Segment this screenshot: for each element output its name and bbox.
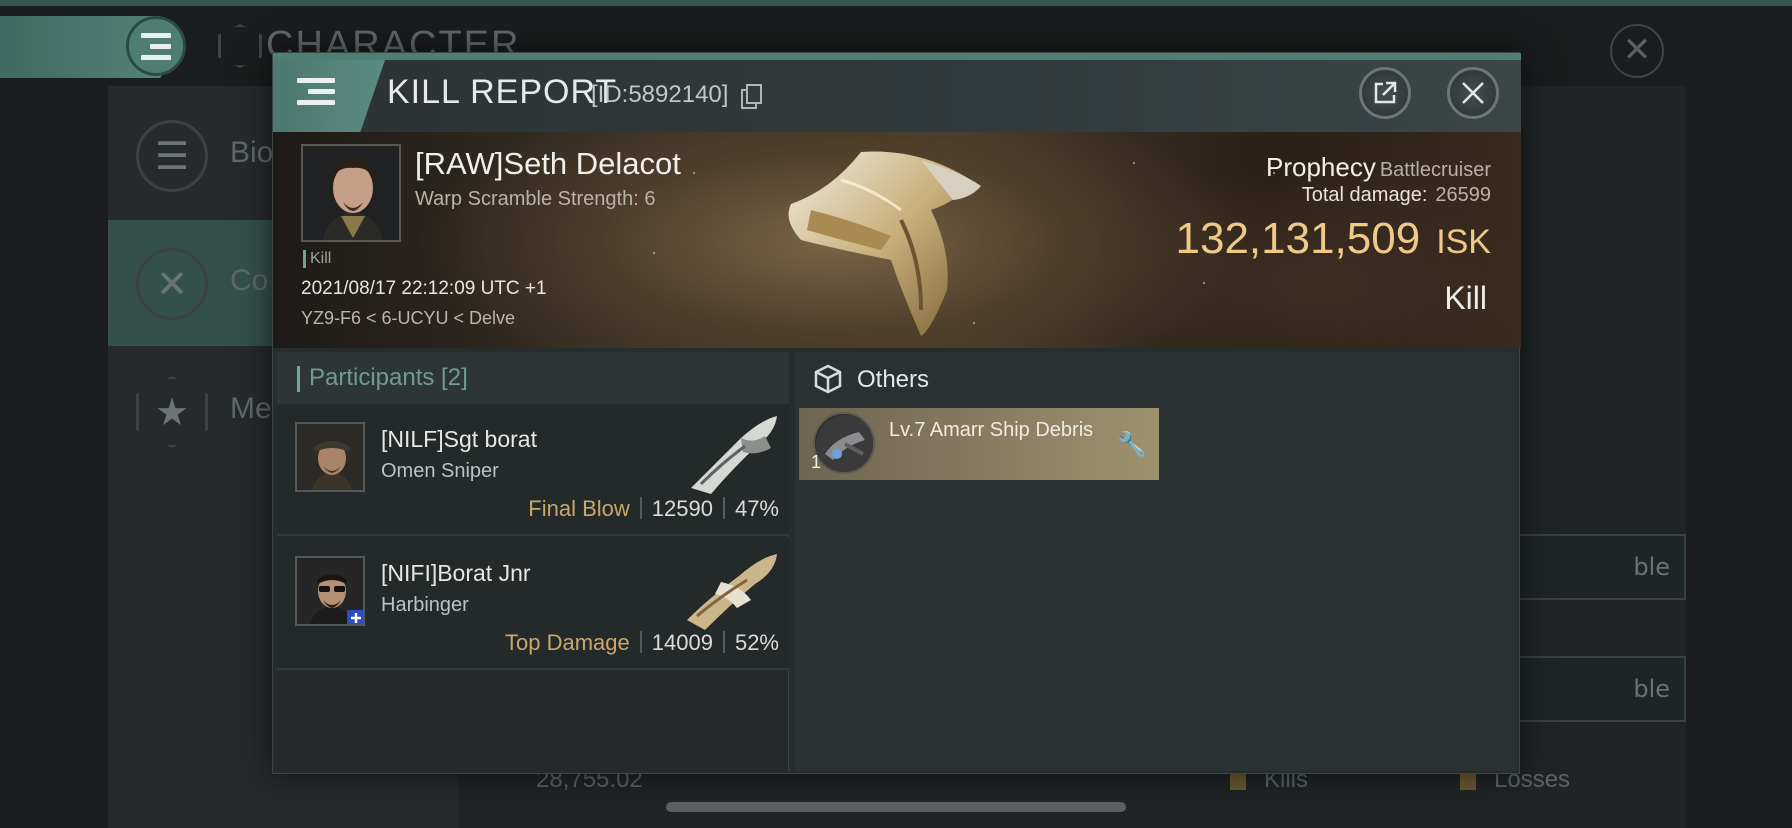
kill-tag: Kill [303,250,331,268]
victim-portrait[interactable] [301,144,401,242]
participant-avatar[interactable] [295,422,365,492]
others-header: Others [795,352,1517,404]
vitruvian-icon [218,24,262,68]
kill-result: Kill [1444,280,1487,316]
participant-ship: Harbinger [381,594,469,616]
item-name: Lv.7 Amarr Ship Debris [889,419,1094,441]
cube-icon [814,364,842,394]
participants-panel: Participants [2] [NILF]Sgt borat Omen Sn… [277,352,789,771]
participant-row[interactable]: [NILF]Sgt borat Omen Sniper Final Blow 12… [277,404,789,536]
star-icon: ★ [136,376,208,448]
share-button[interactable] [1359,67,1411,119]
item-image [813,412,875,474]
background-close-icon[interactable]: ✕ [1610,24,1664,78]
close-button[interactable] [1447,67,1499,119]
sidebar-item-label: Bio [230,136,274,169]
close-icon [1462,82,1484,104]
total-damage-value: 26599 [1435,184,1491,206]
background-top-bar [0,0,1792,6]
participant-percent: 52% [734,630,779,655]
background-button-2-label: ble [1633,675,1670,703]
victim-ship[interactable]: Prophecy Battlecruiser [1266,152,1491,183]
participant-name: [NIFI]Borat Jnr [381,560,531,586]
kill-datetime: 2021/08/17 22:12:09 UTC +1 [301,278,547,299]
victim-name: [RAW]Seth Delacot [415,146,681,181]
participant-row[interactable]: [NIFI]Borat Jnr Harbinger Top Damage 1400… [277,538,789,670]
isk-unit: ISK [1436,223,1491,261]
participant-stats: Top Damage 14009 52% [505,630,779,656]
background-button-1-label: ble [1633,553,1670,581]
loot-item[interactable]: 1 Lv.7 Amarr Ship Debris 🔧 [799,408,1159,480]
copy-icon[interactable] [741,84,762,109]
hamburger-icon [141,33,171,60]
modal-accent-line [273,53,1521,60]
participant-tag: Top Damage [505,630,630,655]
list-icon: ☰ [136,120,208,192]
kill-report-modal: KILL REPORT [ID:5892140] [RAW]Seth Delac… [272,52,1521,774]
home-indicator[interactable] [666,802,1126,812]
modal-title: KILL REPORT [387,73,618,111]
report-id: [ID:5892140] [591,81,729,108]
participant-tag: Final Blow [528,496,630,521]
hamburger-icon [297,78,335,110]
participant-name: [NILF]Sgt borat [381,426,537,452]
item-quantity: 1 [811,452,822,472]
sidebar-item-label: Me [230,392,272,425]
share-icon [1374,81,1397,104]
others-panel: Others 1 Lv.7 Amarr Ship Debris 🔧 [795,352,1517,771]
isk-value: 132,131,509 [1175,214,1421,263]
warp-scramble-strength: Warp Scramble Strength: 6 [415,188,656,210]
ship-class: Battlecruiser [1379,159,1491,181]
total-damage-label: Total damage: [1301,184,1428,206]
participant-ship-image [691,416,777,494]
others-title: Others [857,366,930,393]
background-menu-button[interactable] [126,16,186,76]
participants-header: Participants [2] [277,352,789,404]
total-damage: Total damage: 26599 [1302,184,1491,207]
participant-percent: 47% [734,496,779,521]
wrench-icon[interactable]: 🔧 [1117,430,1147,458]
victim-ship-image [788,151,981,336]
participants-title: Participants [2] [309,364,468,391]
participant-damage: 12590 [651,496,713,521]
ship-name: Prophecy [1266,152,1376,182]
participant-stats: Final Blow 12590 47% [528,496,779,522]
sidebar-item-label: Co [230,264,269,297]
kill-banner: [RAW]Seth Delacot Warp Scramble Strength… [273,132,1521,348]
participant-ship: Omen Sniper [381,460,499,482]
participant-ship-image [687,554,777,630]
participant-damage: 14009 [651,630,713,655]
participant-avatar[interactable] [295,556,365,626]
kill-location[interactable]: YZ9-F6 < 6-UCYU < Delve [301,308,515,329]
crossed-swords-icon: ✕ [136,248,208,320]
isk-value-row: 132,131,509 ISK [1176,214,1492,264]
